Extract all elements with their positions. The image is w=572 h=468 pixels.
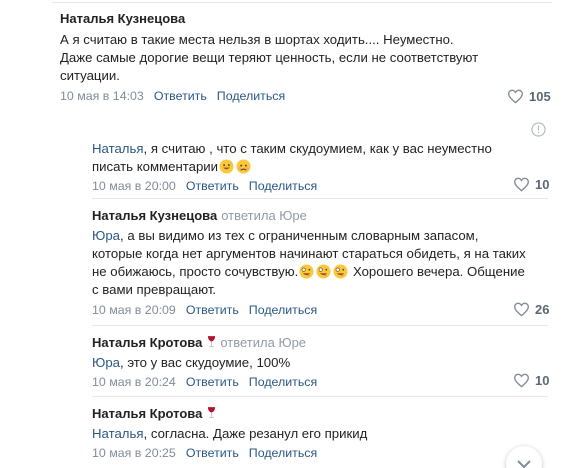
top-divider <box>52 2 552 3</box>
heart-outline-icon <box>513 373 530 388</box>
like-count: 10 <box>535 373 550 388</box>
like-count: 10 <box>535 177 550 192</box>
comment-meta: 10 мая в 20:25 Ответить Поделиться <box>92 445 552 461</box>
crazy-face-emoji <box>316 264 331 279</box>
disappointed-emoji <box>236 159 251 174</box>
share-button[interactable]: Поделиться <box>249 179 317 193</box>
mention-link[interactable]: Наталья <box>92 141 144 156</box>
wine-glass-icon <box>208 336 216 348</box>
like-button[interactable]: 26 <box>513 302 549 317</box>
mention-link[interactable]: Наталья <box>92 426 144 441</box>
comment-meta: 10 мая в 20:09 Ответить Поделиться <box>92 302 552 318</box>
comment-text: Юра, это у вас скудоумие, 100% <box>92 355 291 370</box>
comment-date[interactable]: 10 мая в 20:00 <box>92 179 176 193</box>
mention-link[interactable]: Юра <box>92 228 120 243</box>
heart-outline-icon <box>507 89 524 104</box>
divider <box>92 396 548 397</box>
like-button[interactable]: 10 <box>513 177 549 192</box>
comment-author: Наталья Кротова ответила Юре <box>92 335 552 351</box>
mention-link[interactable]: Юра <box>92 355 120 370</box>
comment-author[interactable]: Наталья Кузнецова <box>60 11 530 27</box>
comment-5: Наталья Кротова Наталья, согласна. Даже … <box>92 406 552 461</box>
heart-outline-icon <box>513 177 530 192</box>
share-button[interactable]: Поделиться <box>249 303 317 317</box>
reply-button[interactable]: Ответить <box>154 89 207 103</box>
like-button[interactable]: 105 <box>507 89 551 104</box>
chevron-down-icon <box>517 460 531 468</box>
divider <box>92 325 548 326</box>
comment-meta: 10 мая в 20:24 Ответить Поделиться <box>92 374 552 390</box>
comment-author: Наталья Кротова <box>92 406 552 422</box>
like-button[interactable]: 10 <box>513 373 549 388</box>
comment-date[interactable]: 10 мая в 20:09 <box>92 303 176 317</box>
replied-to[interactable]: ответила Юре <box>221 208 307 223</box>
reply-button[interactable]: Ответить <box>186 303 239 317</box>
like-count: 105 <box>529 89 551 104</box>
crazy-face-emoji <box>299 264 314 279</box>
divider <box>92 124 548 125</box>
comment-meta: 10 мая в 20:00 Ответить Поделиться <box>92 178 532 194</box>
reply-button[interactable]: Ответить <box>186 375 239 389</box>
share-button[interactable]: Поделиться <box>249 446 317 460</box>
comment-text: Наталья, я считаю , что с таким скудоуми… <box>92 141 492 174</box>
comment-1: Наталья Кузнецова А я считаю в такие мес… <box>60 11 530 104</box>
comment-3: Наталья Кузнецова ответила Юре Юра, а вы … <box>92 208 552 318</box>
author-name[interactable]: Наталья Кузнецова <box>92 208 217 223</box>
comment-text: А я считаю в такие места нельзя в шортах… <box>60 32 479 83</box>
author-name[interactable]: Наталья Кротова <box>92 335 202 350</box>
comment-date[interactable]: 10 мая в 20:24 <box>92 375 176 389</box>
comment-text: Наталья, согласна. Даже резанул его прик… <box>92 426 368 441</box>
comment-author: Наталья Кузнецова ответила Юре <box>92 208 552 224</box>
share-button[interactable]: Поделиться <box>249 375 317 389</box>
comment-text: Юра, а вы видимо из тех с ограниченным с… <box>92 228 526 297</box>
wine-glass-icon <box>208 407 216 419</box>
comment-date[interactable]: 10 мая в 14:03 <box>60 89 144 103</box>
share-button[interactable]: Поделиться <box>217 89 285 103</box>
reply-button[interactable]: Ответить <box>186 179 239 193</box>
heart-outline-icon <box>513 302 530 317</box>
reply-button[interactable]: Ответить <box>186 446 239 460</box>
crazy-face-emoji <box>333 264 348 279</box>
replied-to[interactable]: ответила Юре <box>220 335 306 350</box>
like-count: 26 <box>535 302 550 317</box>
comment-4: Наталья Кротова ответила Юре Юра, это у в… <box>92 335 552 390</box>
comment-meta: 10 мая в 14:03 Ответить Поделиться <box>60 88 530 104</box>
scroll-down-button[interactable] <box>506 446 542 468</box>
comment-2: Наталья, я считаю , что с таким скудоуми… <box>92 140 532 194</box>
comment-date[interactable]: 10 мая в 20:25 <box>92 446 176 460</box>
sweat-smile-emoji <box>219 159 234 174</box>
author-name[interactable]: Наталья Кротова <box>92 406 202 421</box>
divider <box>92 198 548 199</box>
